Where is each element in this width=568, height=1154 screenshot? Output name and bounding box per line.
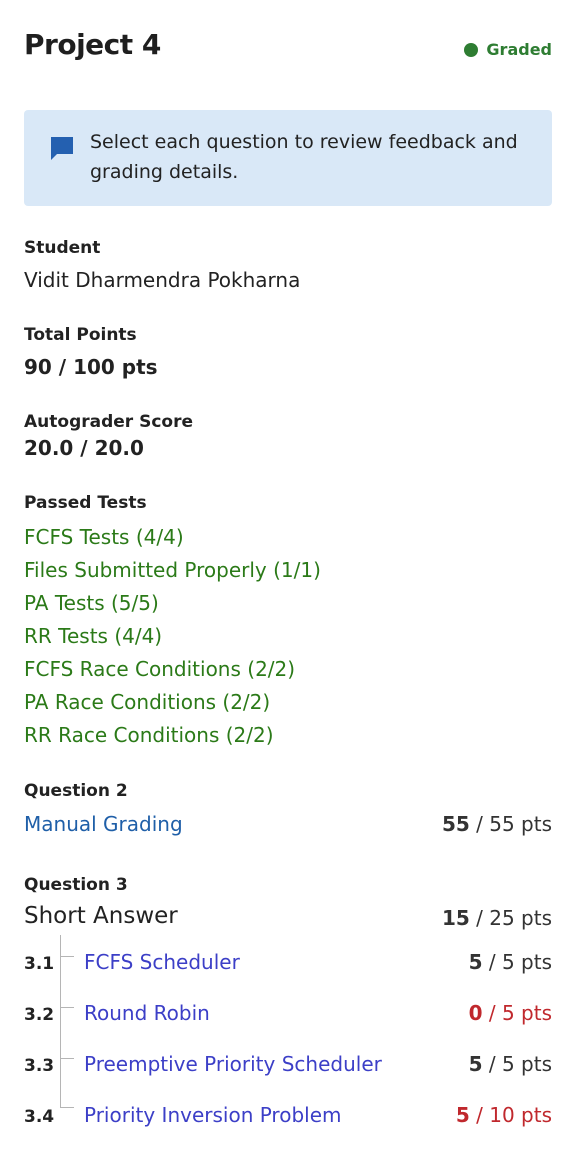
status-badge: Graded	[464, 40, 552, 59]
question-2-label: Question 2	[24, 781, 128, 801]
passed-test-item: Files Submitted Properly (1/1)	[24, 558, 321, 582]
tree-tick	[60, 956, 74, 957]
notice-text: Select each question to review feedback …	[90, 131, 518, 183]
subquestion-number: 3.2	[24, 1005, 55, 1025]
question-2-link[interactable]: Manual Grading	[24, 812, 183, 836]
autograder-label: Autograder Score	[24, 412, 194, 432]
page-title: Project 4	[24, 28, 161, 61]
subquestion-number: 3.3	[24, 1056, 55, 1076]
graded-dot-icon	[464, 42, 479, 57]
subquestion-points: 5 / 10 pts	[455, 1103, 552, 1127]
student-label: Student	[24, 238, 101, 258]
subquestion-number: 3.4	[24, 1107, 55, 1127]
subquestion-points: 5 / 5 pts	[468, 1052, 552, 1076]
subquestion-link[interactable]: Round Robin	[84, 1001, 210, 1025]
subquestion-number: 3.1	[24, 954, 55, 974]
passed-test-item: FCFS Tests (4/4)	[24, 525, 184, 549]
header: Project 4 Graded	[24, 28, 552, 68]
total-points-value: 90 / 100 pts	[24, 355, 158, 379]
passed-tests-list: FCFS Tests (4/4) Files Submitted Properl…	[24, 523, 321, 754]
subquestion-link[interactable]: Preemptive Priority Scheduler	[84, 1052, 382, 1076]
question-3-points: 15 / 25 pts	[441, 906, 552, 930]
subquestion-points: 5 / 5 pts	[468, 950, 552, 974]
info-notice: Select each question to review feedback …	[24, 110, 552, 206]
tree-tick	[60, 1107, 74, 1108]
subquestion-tree-line	[60, 935, 61, 1107]
subquestion-link[interactable]: FCFS Scheduler	[84, 950, 240, 974]
passed-test-item: PA Race Conditions (2/2)	[24, 690, 271, 714]
passed-test-item: PA Tests (5/5)	[24, 591, 159, 615]
subquestion-link[interactable]: Priority Inversion Problem	[84, 1103, 342, 1127]
student-name: Vidit Dharmendra Pokharna	[24, 268, 301, 292]
tree-tick	[60, 1007, 74, 1008]
passed-test-item: RR Tests (4/4)	[24, 624, 163, 648]
subquestion-points: 0 / 5 pts	[468, 1001, 552, 1025]
question-3-title: Short Answer	[24, 903, 178, 929]
tree-tick	[60, 1058, 74, 1059]
passed-test-item: FCFS Race Conditions (2/2)	[24, 657, 296, 681]
passed-tests-label: Passed Tests	[24, 493, 147, 513]
status-text: Graded	[486, 40, 552, 59]
question-3-label: Question 3	[24, 875, 128, 895]
passed-test-item: RR Race Conditions (2/2)	[24, 723, 274, 747]
autograder-score: 20.0 / 20.0	[24, 436, 144, 460]
comment-icon	[51, 137, 73, 160]
total-points-label: Total Points	[24, 325, 137, 345]
question-2-points: 55 / 55 pts	[441, 812, 552, 836]
